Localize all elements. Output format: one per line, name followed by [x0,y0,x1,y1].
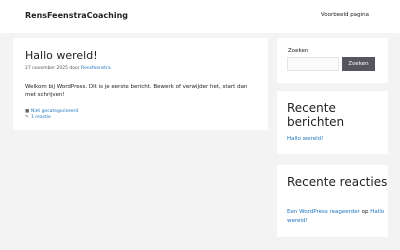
recent-post-link[interactable]: Hallo wereld! [287,136,323,142]
site-title-link[interactable]: RensFeenstraCoaching [25,11,128,20]
recent-posts-title: Recente berichten [287,101,345,129]
post-date: 27 november 2025 [25,66,68,71]
comment-on-text: op [361,209,369,215]
post-category-row: ■ Niet gecategoriseerd [25,109,78,114]
recent-posts-widget: Recente berichten Hallo wereld! [277,91,388,154]
search-label: Zoeken [288,48,309,54]
post-title[interactable]: Hallo wereld! [25,49,98,62]
recent-comment-entry: Een WordPress reageerder op Hallo wereld… [287,208,385,226]
recent-comments-widget: Recente reacties Een WordPress reageerde… [277,165,388,237]
search-button[interactable]: Zoeken [342,57,375,71]
recent-comments-title: Recente reacties [287,175,388,189]
nav-item-voorbeeld-pagina[interactable]: Voorbeeld pagina [321,12,369,18]
post-comments-row: ✎ 1 reactie [25,115,51,120]
search-input[interactable] [287,57,339,71]
comment-author-link[interactable]: Een WordPress reageerder [287,209,360,215]
search-widget: Zoeken Zoeken [277,38,388,83]
post-author-link[interactable]: Rensfeenstra [81,66,111,71]
site-header: RensFeenstraCoaching Voorbeeld pagina [0,0,400,33]
post-meta: 27 november 2025 door Rensfeenstra [25,66,111,71]
post-body: Welkom bij WordPress. Dit is je eerste b… [25,84,248,98]
post-meta-by: door [69,66,80,71]
post-card: Hallo wereld! 27 november 2025 door Rens… [13,38,268,130]
post-comments-link[interactable]: 1 reactie [31,115,51,120]
post-category-link[interactable]: Niet gecategoriseerd [31,109,78,114]
